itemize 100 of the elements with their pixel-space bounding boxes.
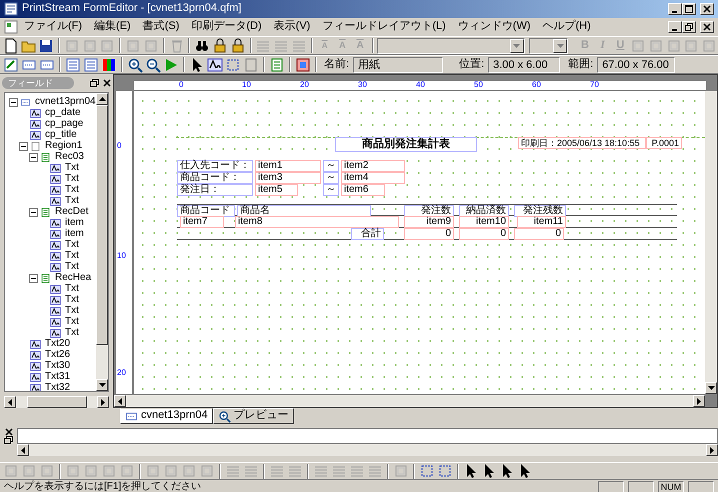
right-arrow-icon[interactable] (101, 398, 105, 406)
tree-item[interactable]: Txt (65, 184, 79, 196)
tree-item[interactable]: Txt (65, 250, 79, 262)
page-field[interactable]: P.0001 (646, 137, 682, 149)
range-field[interactable]: 67.00 x 76.00 (597, 56, 676, 72)
detail-field[interactable]: item11 (517, 216, 566, 228)
collapse-icon[interactable] (29, 274, 38, 283)
scrollbar[interactable] (17, 444, 718, 456)
total-field[interactable]: 0 (514, 228, 564, 240)
criteria-field[interactable]: item5 (255, 184, 298, 196)
record-icon[interactable] (269, 56, 285, 72)
tree-item[interactable]: Txt (65, 294, 79, 306)
lock-icon[interactable] (212, 38, 228, 54)
tree-item[interactable]: Txt31 (45, 371, 70, 384)
down-arrow-icon[interactable] (708, 386, 714, 390)
tree-item[interactable]: Txt (65, 327, 79, 340)
tree-item[interactable]: Txt (65, 261, 79, 274)
tree-item[interactable]: RecDet (55, 206, 88, 218)
criteria-field[interactable]: item3 (255, 172, 321, 184)
image-icon[interactable] (295, 56, 311, 72)
tree-item[interactable]: cvnet13prn04 (35, 96, 96, 108)
tree-item[interactable]: Txt (65, 195, 79, 208)
lock-icon[interactable] (230, 38, 246, 54)
column-header[interactable]: 納品済数 (459, 205, 509, 217)
menu-item[interactable]: 印刷データ(D) (185, 19, 268, 35)
size-combo[interactable] (528, 38, 568, 54)
criteria-label[interactable]: 仕入先コード： (177, 160, 253, 172)
menu-item[interactable]: 編集(E) (88, 19, 137, 35)
tree-item[interactable]: Txt30 (45, 360, 70, 372)
close-icon[interactable] (703, 5, 711, 13)
list-icon[interactable] (65, 56, 81, 72)
left-arrow-icon[interactable] (118, 398, 122, 404)
menu-item[interactable]: フィールドレイアウト(L) (316, 19, 452, 35)
collapse-icon[interactable] (29, 152, 38, 162)
range-separator[interactable]: ～ (323, 160, 339, 172)
close-icon[interactable] (4, 428, 12, 436)
color-bars-icon[interactable] (101, 56, 117, 72)
tree-item[interactable]: item (65, 217, 84, 230)
total-field[interactable]: 0 (459, 228, 509, 240)
column-header[interactable]: 商品コード (177, 205, 235, 217)
left-arrow-icon[interactable] (21, 446, 25, 454)
left-arrow-icon[interactable] (8, 398, 12, 406)
menu-item[interactable]: ウィンドウ(W) (452, 19, 537, 35)
tree-item[interactable]: cp_page (45, 118, 84, 130)
criteria-field[interactable]: item4 (341, 172, 405, 184)
font-combo[interactable] (376, 38, 525, 54)
menu-item[interactable]: 書式(S) (136, 19, 186, 35)
tree-item[interactable]: Txt26 (45, 349, 70, 362)
criteria-field[interactable]: item1 (255, 160, 321, 172)
position-field[interactable]: 3.00 x 6.00 (488, 56, 560, 72)
detail-field[interactable]: item10 (459, 216, 509, 228)
tree-item[interactable]: item (65, 228, 84, 240)
document-tab[interactable]: プレビュー (212, 408, 294, 424)
tree-item[interactable]: cp_title (45, 129, 77, 142)
column-header[interactable]: 商品名 (237, 205, 371, 217)
collapse-icon[interactable] (9, 98, 18, 107)
tree-item[interactable]: Txt (65, 173, 79, 186)
restore-icon[interactable] (685, 23, 693, 31)
float-icon[interactable] (90, 78, 99, 87)
criteria-field[interactable]: item6 (341, 184, 385, 196)
scrollbar[interactable] (114, 395, 705, 407)
tree-item[interactable]: Region1 (45, 140, 82, 152)
tree-item[interactable]: Txt (65, 316, 79, 328)
collapse-icon[interactable] (19, 142, 28, 151)
detail-field[interactable]: item7 (180, 216, 224, 228)
save-icon[interactable] (38, 38, 54, 54)
tree-item[interactable]: RecHea (55, 272, 92, 284)
name-field[interactable]: 用紙 (353, 56, 444, 72)
collapse-icon[interactable] (29, 208, 38, 217)
tree-item[interactable]: cp_date (45, 107, 81, 120)
edit-icon[interactable] (3, 56, 19, 72)
tree-item[interactable]: Txt20 (45, 338, 70, 350)
tree-item[interactable]: Txt (65, 283, 79, 296)
close-icon[interactable] (703, 23, 711, 31)
tree-item[interactable]: Txt32 (45, 382, 70, 391)
menu-item[interactable]: 表示(V) (268, 19, 316, 35)
text-field-icon[interactable] (207, 56, 223, 72)
dropdown-arrow-icon[interactable] (556, 44, 564, 48)
print-date-field[interactable]: 印刷日：2005/06/13 18:10:55 (518, 137, 646, 149)
criteria-field[interactable]: item2 (341, 160, 405, 172)
scrollbar[interactable] (4, 396, 109, 408)
range-separator[interactable]: ～ (323, 184, 339, 196)
new-file-icon[interactable] (2, 38, 19, 54)
up-arrow-icon[interactable] (98, 96, 106, 101)
close-icon[interactable] (103, 78, 111, 87)
criteria-label[interactable]: 商品コード： (177, 172, 253, 184)
tree-item[interactable]: Txt (65, 162, 79, 174)
tree-item[interactable]: Txt (65, 239, 79, 252)
down-arrow-icon[interactable] (98, 383, 106, 387)
detail-field[interactable]: item9 (404, 216, 454, 228)
tree-item[interactable]: Txt (65, 305, 79, 318)
right-arrow-icon[interactable] (697, 398, 701, 404)
detail-field[interactable]: item8 (235, 216, 399, 228)
tree-item[interactable]: Rec03 (55, 151, 84, 164)
title-field[interactable]: 商品別発注集計表 (335, 137, 477, 152)
maximize-icon[interactable] (685, 5, 693, 13)
zoom-in-icon[interactable] (127, 56, 143, 72)
range-separator[interactable]: ～ (323, 172, 339, 184)
menu-item[interactable]: ファイル(F) (18, 19, 88, 35)
column-header[interactable]: 発注残数 (514, 205, 566, 217)
